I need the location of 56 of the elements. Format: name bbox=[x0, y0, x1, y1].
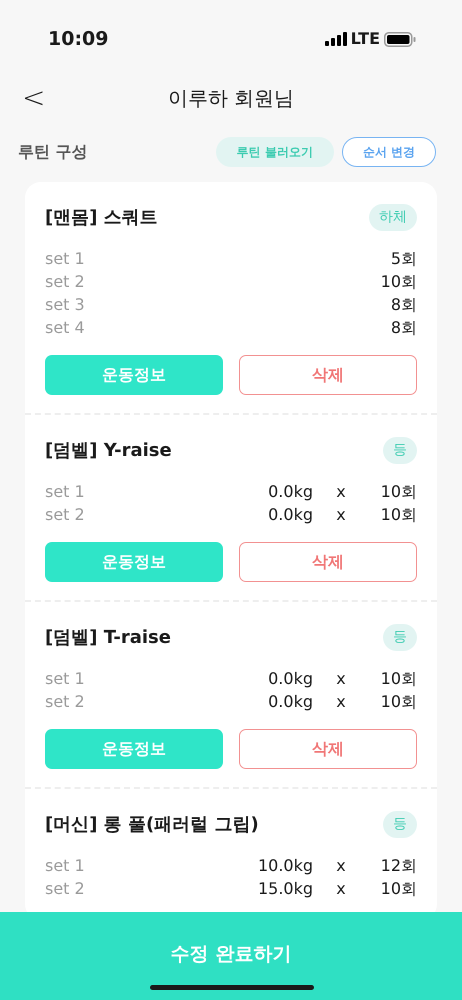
set-label: set 1 bbox=[45, 855, 85, 877]
delete-button[interactable]: 삭제 bbox=[239, 355, 417, 395]
set-weight: 10.0kg bbox=[256, 855, 313, 877]
exercise-name: [덤벨] T-raise bbox=[45, 626, 171, 650]
set-reps: 5회 bbox=[390, 248, 417, 270]
set-reps: 12회 bbox=[380, 855, 417, 877]
times-sign: x bbox=[335, 481, 347, 503]
set-weight: 15.0kg bbox=[256, 878, 313, 900]
set-reps: 10회 bbox=[380, 481, 417, 503]
set-label: set 2 bbox=[45, 504, 85, 526]
set-label: set 3 bbox=[45, 294, 85, 316]
set-reps: 10회 bbox=[380, 271, 417, 293]
set-reps: 10회 bbox=[380, 691, 417, 713]
set-label: set 1 bbox=[45, 248, 85, 270]
exercise-info-button[interactable]: 운동정보 bbox=[45, 729, 223, 769]
set-weight: 0.0kg bbox=[267, 504, 313, 526]
reorder-button[interactable]: 순서 변경 bbox=[342, 137, 436, 167]
set-label: set 2 bbox=[45, 878, 85, 900]
times-sign: x bbox=[335, 855, 347, 877]
set-label: set 2 bbox=[45, 691, 85, 713]
set-label: set 1 bbox=[45, 481, 85, 503]
times-sign: x bbox=[335, 668, 347, 690]
set-weight: 0.0kg bbox=[267, 668, 313, 690]
set-reps: 10회 bbox=[380, 504, 417, 526]
set-weight: 0.0kg bbox=[267, 481, 313, 503]
exercise-info-button[interactable]: 운동정보 bbox=[45, 542, 223, 582]
set-reps: 10회 bbox=[380, 668, 417, 690]
page-title: 이루하 회원님 bbox=[168, 85, 294, 112]
signal-icon bbox=[324, 32, 347, 46]
set-reps: 8회 bbox=[390, 294, 417, 316]
battery-icon bbox=[384, 32, 416, 46]
set-label: set 1 bbox=[45, 668, 85, 690]
load-routine-button[interactable]: 루틴 불러오기 bbox=[216, 137, 334, 167]
back-button[interactable]: < bbox=[16, 84, 52, 112]
set-weight: 0.0kg bbox=[267, 691, 313, 713]
set-reps: 10회 bbox=[380, 878, 417, 900]
set-label: set 4 bbox=[45, 317, 85, 339]
exercise-info-button[interactable]: 운동정보 bbox=[45, 355, 223, 395]
exercise-name: [맨몸] 스쿼트 bbox=[45, 206, 158, 230]
body-part-tag: 등 bbox=[383, 811, 417, 838]
delete-button[interactable]: 삭제 bbox=[239, 729, 417, 769]
network-label: LTE bbox=[350, 28, 380, 50]
times-sign: x bbox=[335, 878, 347, 900]
times-sign: x bbox=[335, 504, 347, 526]
section-title: 루틴 구성 bbox=[18, 141, 88, 163]
set-label: set 2 bbox=[45, 271, 85, 293]
body-part-tag: 하체 bbox=[369, 204, 417, 231]
set-reps: 8회 bbox=[390, 317, 417, 339]
complete-edit-button[interactable]: 수정 완료하기 bbox=[0, 912, 462, 970]
body-part-tag: 등 bbox=[383, 437, 417, 464]
body-part-tag: 등 bbox=[383, 624, 417, 651]
times-sign: x bbox=[335, 691, 347, 713]
exercise-name: [머신] 롱 풀(패러럴 그립) bbox=[45, 813, 259, 837]
delete-button[interactable]: 삭제 bbox=[239, 542, 417, 582]
status-time: 10:09 bbox=[48, 26, 108, 52]
exercise-name: [덤벨] Y-raise bbox=[45, 439, 172, 463]
